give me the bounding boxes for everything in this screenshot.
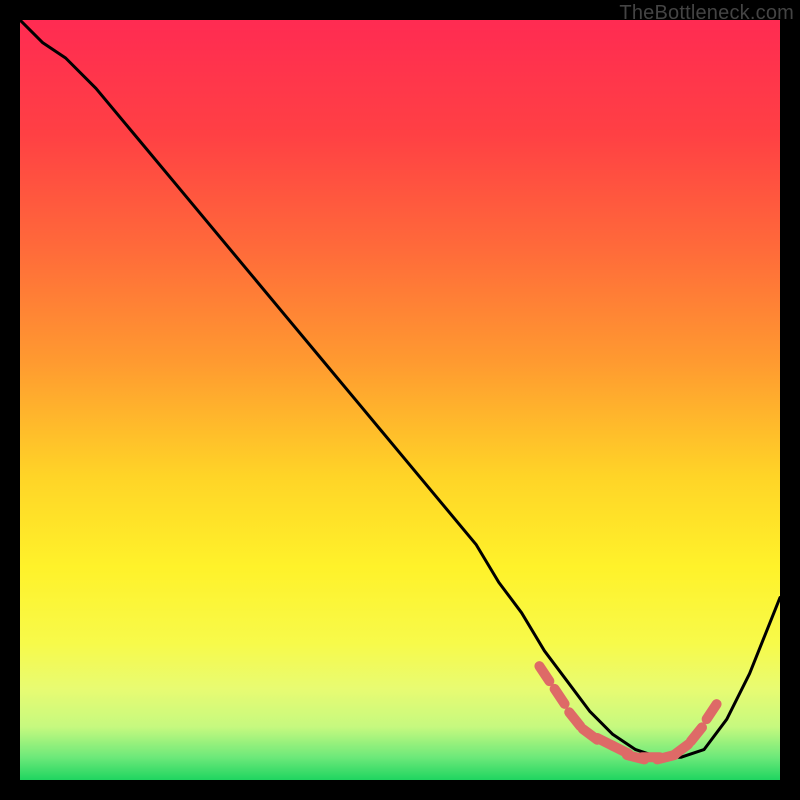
bottleneck-curve: [20, 20, 780, 757]
optimal-marker: [691, 727, 702, 741]
optimal-marker: [674, 744, 688, 755]
optimal-marker: [707, 704, 717, 719]
plot-area: [20, 20, 780, 780]
curve-layer: [20, 20, 780, 780]
optimal-marker: [555, 689, 565, 704]
bottleneck-chart: TheBottleneck.com: [0, 0, 800, 800]
optimal-marker: [539, 666, 549, 681]
optimal-marker: [569, 712, 580, 726]
